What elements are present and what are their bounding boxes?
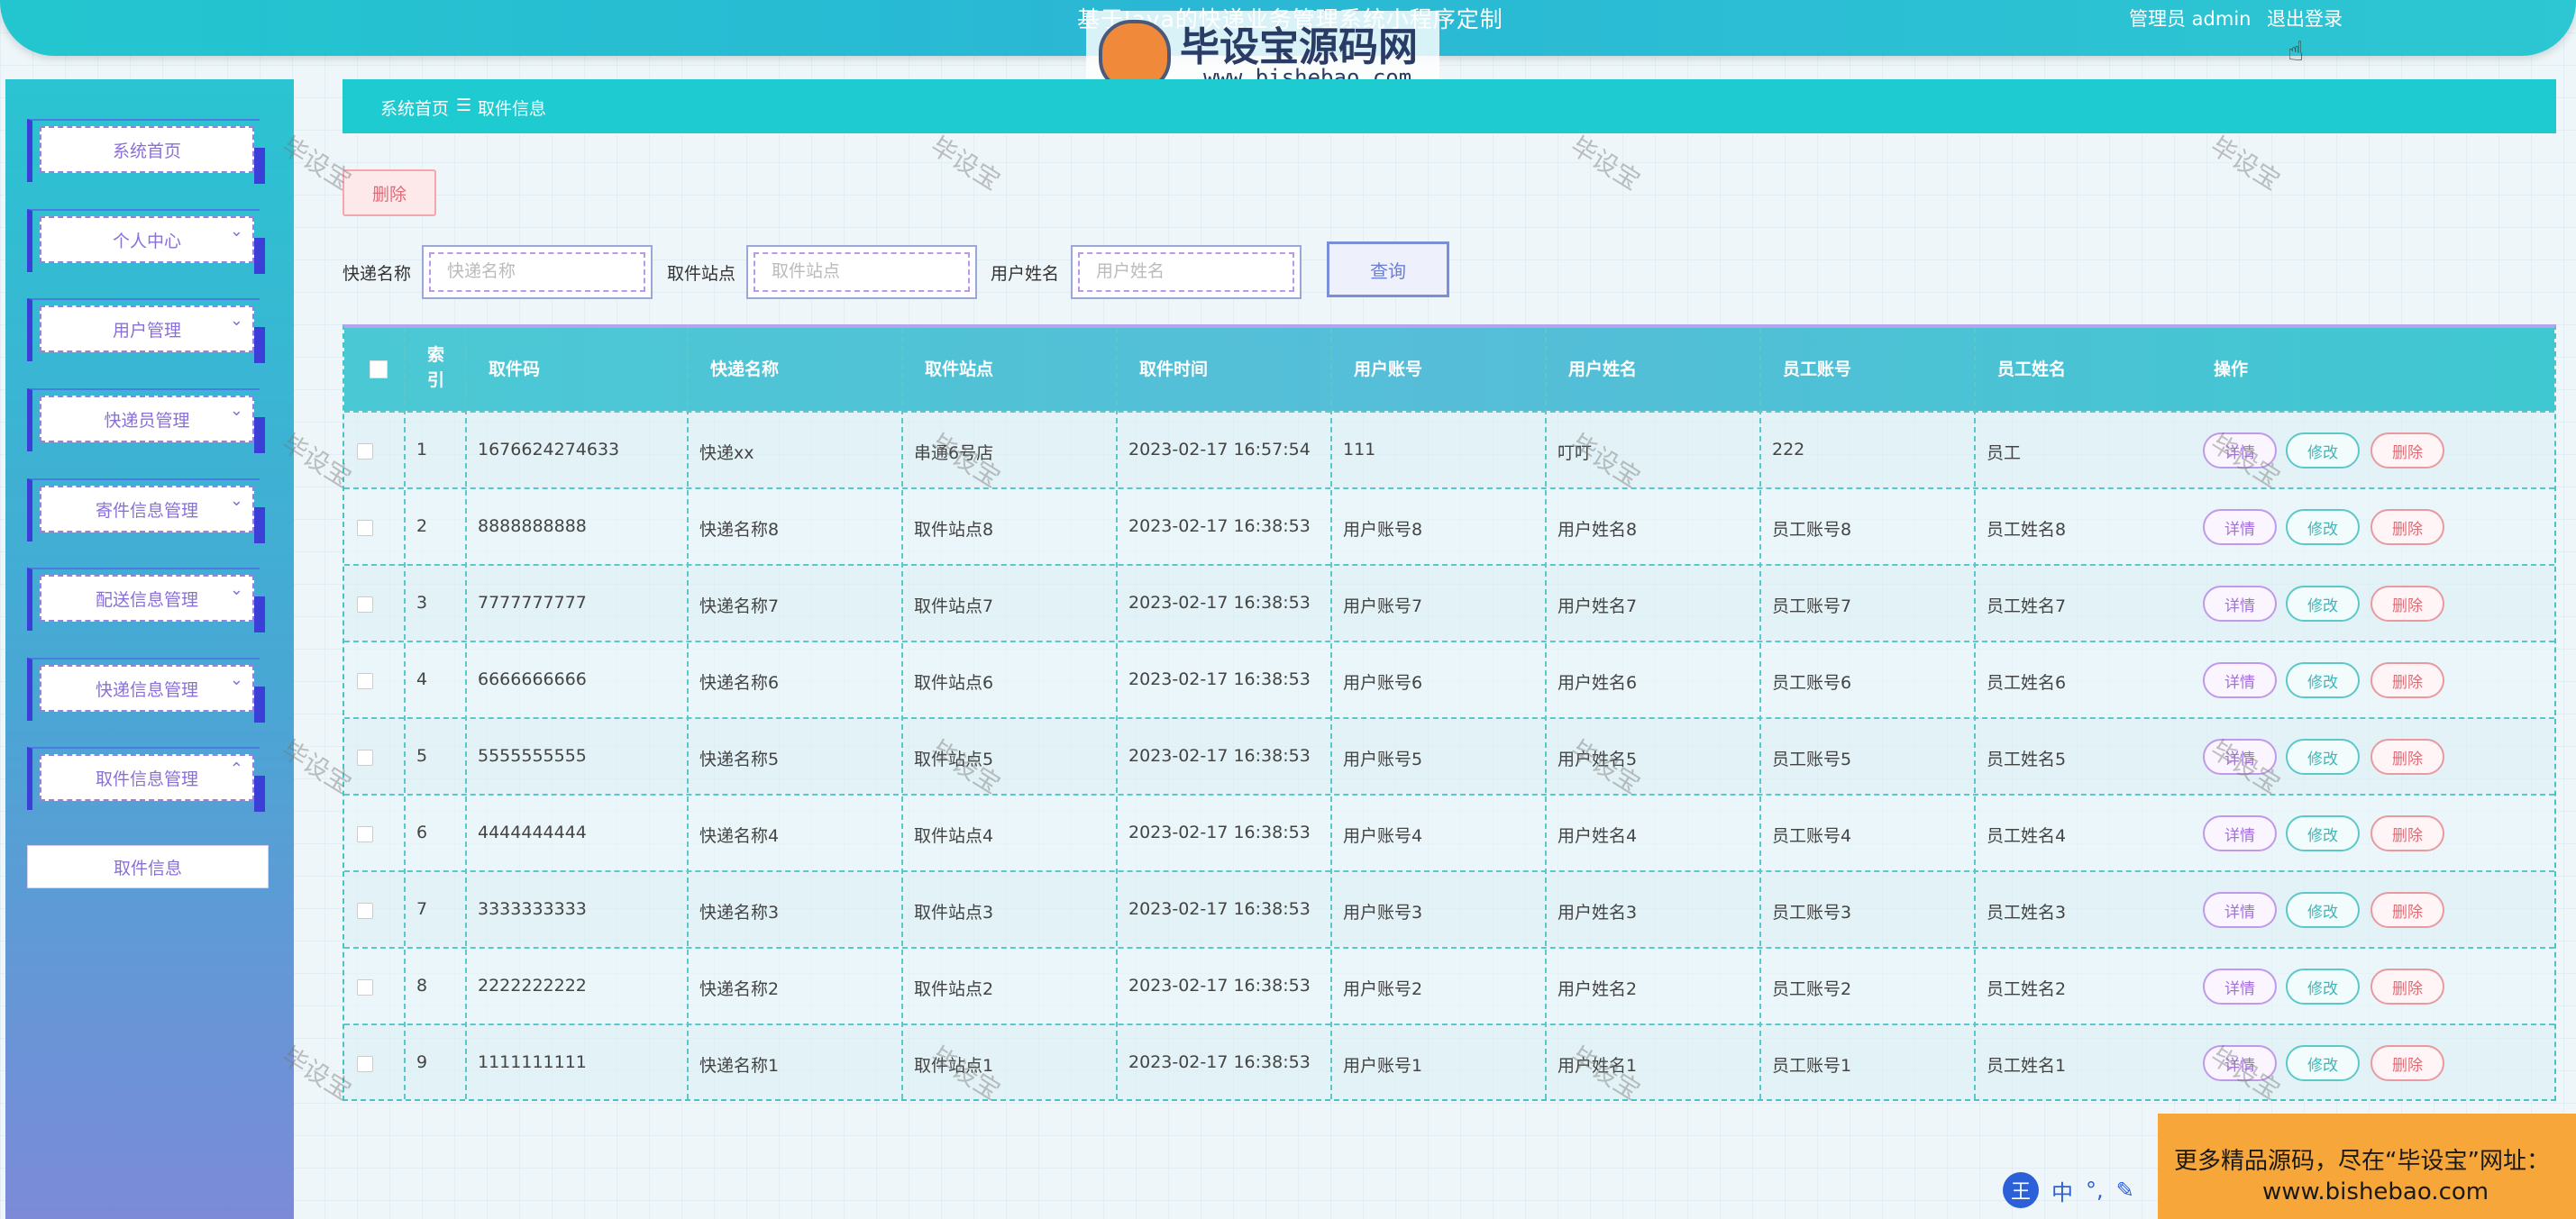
- column-divider: [687, 328, 689, 1099]
- sidebar-item-label: 系统首页: [40, 126, 254, 173]
- admin-label: 管理员 admin: [2129, 8, 2252, 30]
- search-field-user-name-wrap: [1071, 245, 1302, 299]
- search-label-pickup-station: 取件站点: [667, 264, 736, 284]
- sidebar-subitem-pickup-info[interactable]: 取件信息: [27, 845, 269, 888]
- sidebar-item[interactable]: 寄件信息管理 ⌄: [27, 478, 265, 543]
- column-header: 操作: [2214, 359, 2249, 379]
- select-all-checkbox[interactable]: [370, 360, 388, 378]
- column-header: 员工账号: [1783, 359, 1852, 379]
- column-header: 快递名称: [710, 359, 780, 379]
- sidebar-item[interactable]: 用户管理 ⌄: [27, 298, 265, 363]
- header-index: 索引: [427, 342, 444, 393]
- chevron-down-icon: ⌄: [229, 401, 243, 420]
- sidebar-item-corner: [254, 596, 265, 632]
- sidebar-item-label: 配送信息管理: [40, 575, 254, 622]
- watermark-stamp: 毕设宝: [2205, 131, 2286, 196]
- sidebar-item-label: 用户管理: [40, 305, 254, 352]
- mouse-cursor-icon: ☝: [2288, 36, 2305, 68]
- column-header: 取件时间: [1139, 359, 1209, 379]
- promo-line2: www.bishebao.com: [2262, 1178, 2489, 1205]
- sidebar-item-corner: [254, 687, 265, 723]
- chevron-down-icon: ⌄: [229, 311, 243, 330]
- chevron-down-icon: ⌄: [229, 670, 243, 689]
- search-field-express-name-wrap: [422, 245, 653, 299]
- column-divider: [404, 328, 406, 1099]
- search-input-user-name[interactable]: [1078, 252, 1294, 292]
- search-input-pickup-station[interactable]: [754, 252, 970, 292]
- ime-punct-icon[interactable]: °,: [2086, 1178, 2104, 1203]
- column-header: 用户账号: [1354, 359, 1423, 379]
- search-label-express-name: 快递名称: [343, 264, 412, 284]
- watermark-stamp: 毕设宝: [925, 131, 1006, 196]
- column-header: 取件站点: [925, 359, 994, 379]
- sidebar-item[interactable]: 系统首页: [27, 119, 265, 184]
- watermark-brand: 毕设宝源码网: [1180, 24, 1418, 70]
- chevron-up-icon: ⌃: [229, 760, 243, 778]
- search-input-express-name[interactable]: [429, 252, 645, 292]
- breadcrumb-separator-icon: ☰: [456, 96, 472, 115]
- sidebar-item-label: 寄件信息管理: [40, 486, 254, 532]
- query-button[interactable]: 查询: [1327, 241, 1449, 297]
- sidebar-item-label: 快递员管理: [40, 396, 254, 442]
- column-divider: [465, 328, 467, 1099]
- ime-badge[interactable]: 王: [2003, 1172, 2039, 1208]
- column-header: 用户姓名: [1568, 359, 1638, 379]
- sidebar-item-corner: [254, 238, 265, 274]
- column-header: 员工姓名: [1997, 359, 2067, 379]
- chevron-down-icon: ⌄: [229, 580, 243, 599]
- sidebar-item[interactable]: 快递员管理 ⌄: [27, 388, 265, 453]
- column-divider: [1974, 328, 1976, 1099]
- sidebar-item[interactable]: 快递信息管理 ⌄: [27, 658, 265, 723]
- sidebar-item-corner: [254, 327, 265, 363]
- logout-link[interactable]: 退出登录: [2267, 5, 2343, 32]
- sidebar-item-label: 快递信息管理: [40, 665, 254, 712]
- header-index-line2: 引: [427, 370, 445, 390]
- sidebar-item-corner: [254, 776, 265, 812]
- ime-pen-icon[interactable]: ✎: [2116, 1178, 2134, 1203]
- sidebar-item-label: 个人中心: [40, 216, 254, 263]
- sidebar-item[interactable]: 配送信息管理 ⌄: [27, 568, 265, 632]
- column-divider: [901, 328, 903, 1099]
- sidebar-item-label: 取件信息管理: [40, 754, 254, 801]
- promo-line1: 更多精品源码，尽在“毕设宝”网址：: [2174, 1148, 2550, 1175]
- sidebar-item-corner: [254, 148, 265, 184]
- bulk-delete-button[interactable]: 删除: [343, 169, 436, 216]
- watermark-stamp: 毕设宝: [1565, 131, 1646, 196]
- header-index-line1: 索: [427, 345, 445, 365]
- ime-toolbar: 王 中 °, ✎: [2003, 1171, 2134, 1209]
- column-header: 取件码: [489, 359, 541, 379]
- breadcrumb: 系统首页 ☰ 取件信息: [343, 79, 2556, 133]
- column-divider: [1330, 328, 1332, 1099]
- ime-mode[interactable]: 中: [2051, 1175, 2073, 1206]
- search-label-user-name: 用户姓名: [991, 264, 1060, 284]
- column-divider: [1116, 328, 1118, 1099]
- chevron-down-icon: ⌄: [229, 491, 243, 510]
- breadcrumb-home[interactable]: 系统首页: [380, 96, 449, 120]
- sidebar-item-corner: [254, 507, 265, 543]
- breadcrumb-current: 取件信息: [478, 99, 547, 119]
- column-divider: [1545, 328, 1547, 1099]
- search-field-pickup-station-wrap: [746, 245, 977, 299]
- promo-banner: 更多精品源码，尽在“毕设宝”网址： www.bishebao.com: [2158, 1114, 2576, 1219]
- sidebar-item[interactable]: 个人中心 ⌄: [27, 209, 265, 274]
- sidebar-item-corner: [254, 417, 265, 453]
- column-divider: [1759, 328, 1761, 1099]
- sidebar-item[interactable]: 取件信息管理 ⌃: [27, 747, 265, 812]
- chevron-down-icon: ⌄: [229, 222, 243, 241]
